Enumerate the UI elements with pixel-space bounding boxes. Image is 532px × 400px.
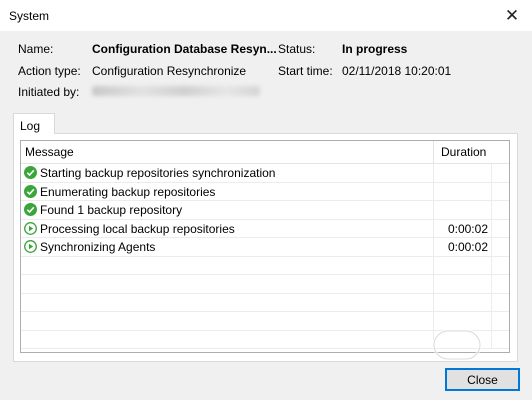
column-divider — [491, 201, 492, 219]
column-divider — [433, 275, 434, 293]
log-message: Enumerating backup repositories — [40, 184, 216, 199]
window-title: System — [9, 9, 50, 23]
column-divider — [491, 293, 492, 311]
log-message: Found 1 backup repository — [40, 203, 183, 217]
column-divider — [433, 201, 434, 219]
log-message: Processing local backup repositories — [40, 221, 235, 236]
log-row[interactable]: Found 1 backup repository — [21, 201, 509, 220]
start-time-label: Start time: — [278, 64, 333, 78]
log-row[interactable]: Starting backup repositories synchroniza… — [21, 164, 509, 183]
title-bar: System ✕ — [0, 0, 532, 31]
check-circle-icon — [24, 166, 37, 179]
status-label: Status: — [278, 42, 316, 56]
log-row[interactable]: Processing local backup repositories 0:00… — [21, 219, 509, 238]
action-type-value: Configuration Resynchronize — [92, 64, 247, 78]
watermark-logo — [432, 329, 482, 361]
play-circle-icon — [24, 240, 37, 253]
log-duration: 0:00:02 — [447, 240, 488, 254]
column-header-duration[interactable]: Duration — [433, 141, 491, 163]
initiated-by-value-redacted — [92, 86, 260, 96]
column-divider — [433, 293, 434, 311]
action-type-label: Action type: — [18, 64, 81, 78]
log-grid: Message Duration Starting backup reposit… — [20, 140, 510, 353]
column-divider — [491, 312, 492, 330]
status-value: In progress — [342, 42, 408, 56]
column-divider — [491, 219, 492, 237]
name-label: Name: — [18, 42, 54, 56]
log-message: Synchronizing Agents — [40, 240, 156, 254]
play-circle-icon — [24, 221, 37, 235]
column-divider — [491, 238, 492, 256]
column-divider — [491, 182, 492, 200]
log-rows: Starting backup repositories synchroniza… — [21, 164, 509, 349]
column-divider — [491, 256, 492, 274]
close-button[interactable]: Close — [445, 368, 520, 391]
column-divider — [433, 256, 434, 274]
column-divider — [491, 164, 492, 182]
log-duration: 0:00:02 — [447, 221, 488, 236]
column-divider — [491, 330, 492, 348]
log-row[interactable]: Enumerating backup repositories — [21, 182, 509, 201]
column-divider — [491, 275, 492, 293]
log-row[interactable] — [21, 293, 509, 312]
initiated-by-label: Initiated by: — [18, 85, 80, 99]
close-window-icon[interactable]: ✕ — [492, 0, 532, 31]
tab-log[interactable]: Log — [13, 113, 55, 134]
column-divider — [433, 164, 434, 182]
column-divider — [433, 182, 434, 200]
start-time-value: 02/11/2018 10:20:01 — [342, 64, 452, 78]
log-row[interactable]: Synchronizing Agents 0:00:02 — [21, 238, 509, 257]
grid-header: Message Duration — [21, 141, 509, 164]
log-row[interactable] — [21, 256, 509, 275]
name-value: Configuration Database Resyn... — [92, 42, 277, 56]
check-circle-icon — [24, 203, 37, 216]
log-message: Starting backup repositories synchroniza… — [40, 166, 276, 180]
log-row[interactable] — [21, 275, 509, 294]
check-circle-icon — [24, 184, 37, 198]
column-header-message[interactable]: Message — [25, 145, 74, 159]
